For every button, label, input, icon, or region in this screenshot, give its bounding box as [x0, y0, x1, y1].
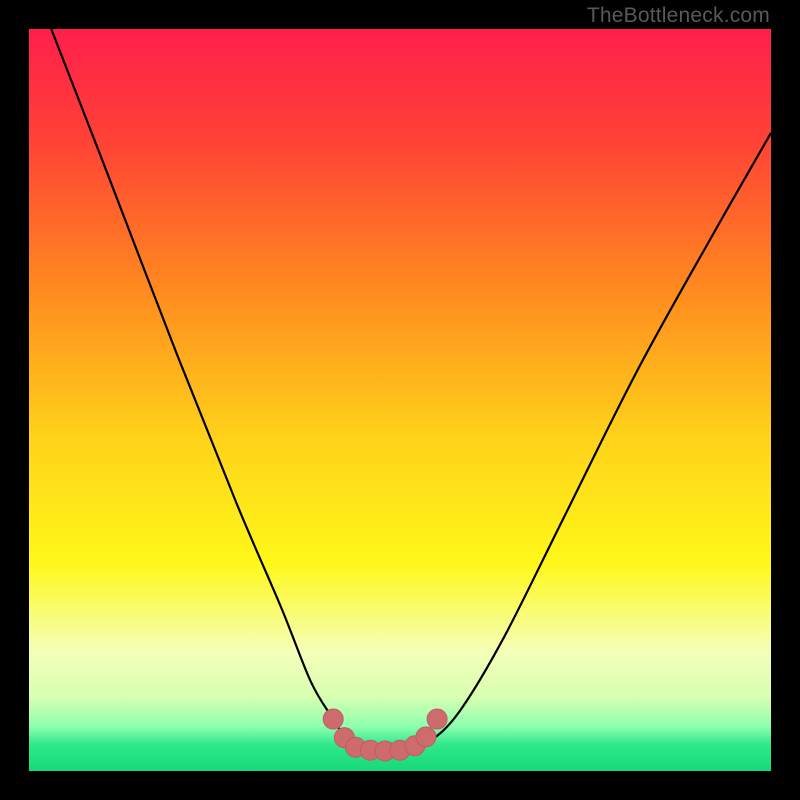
marker-dot — [416, 727, 436, 747]
gradient-background — [29, 29, 771, 771]
watermark-text: TheBottleneck.com — [587, 4, 770, 28]
plot-area — [29, 29, 771, 771]
outer-frame: TheBottleneck.com — [0, 0, 800, 800]
bottleneck-chart — [29, 29, 771, 771]
marker-dot — [427, 709, 447, 729]
marker-dot — [323, 709, 343, 729]
